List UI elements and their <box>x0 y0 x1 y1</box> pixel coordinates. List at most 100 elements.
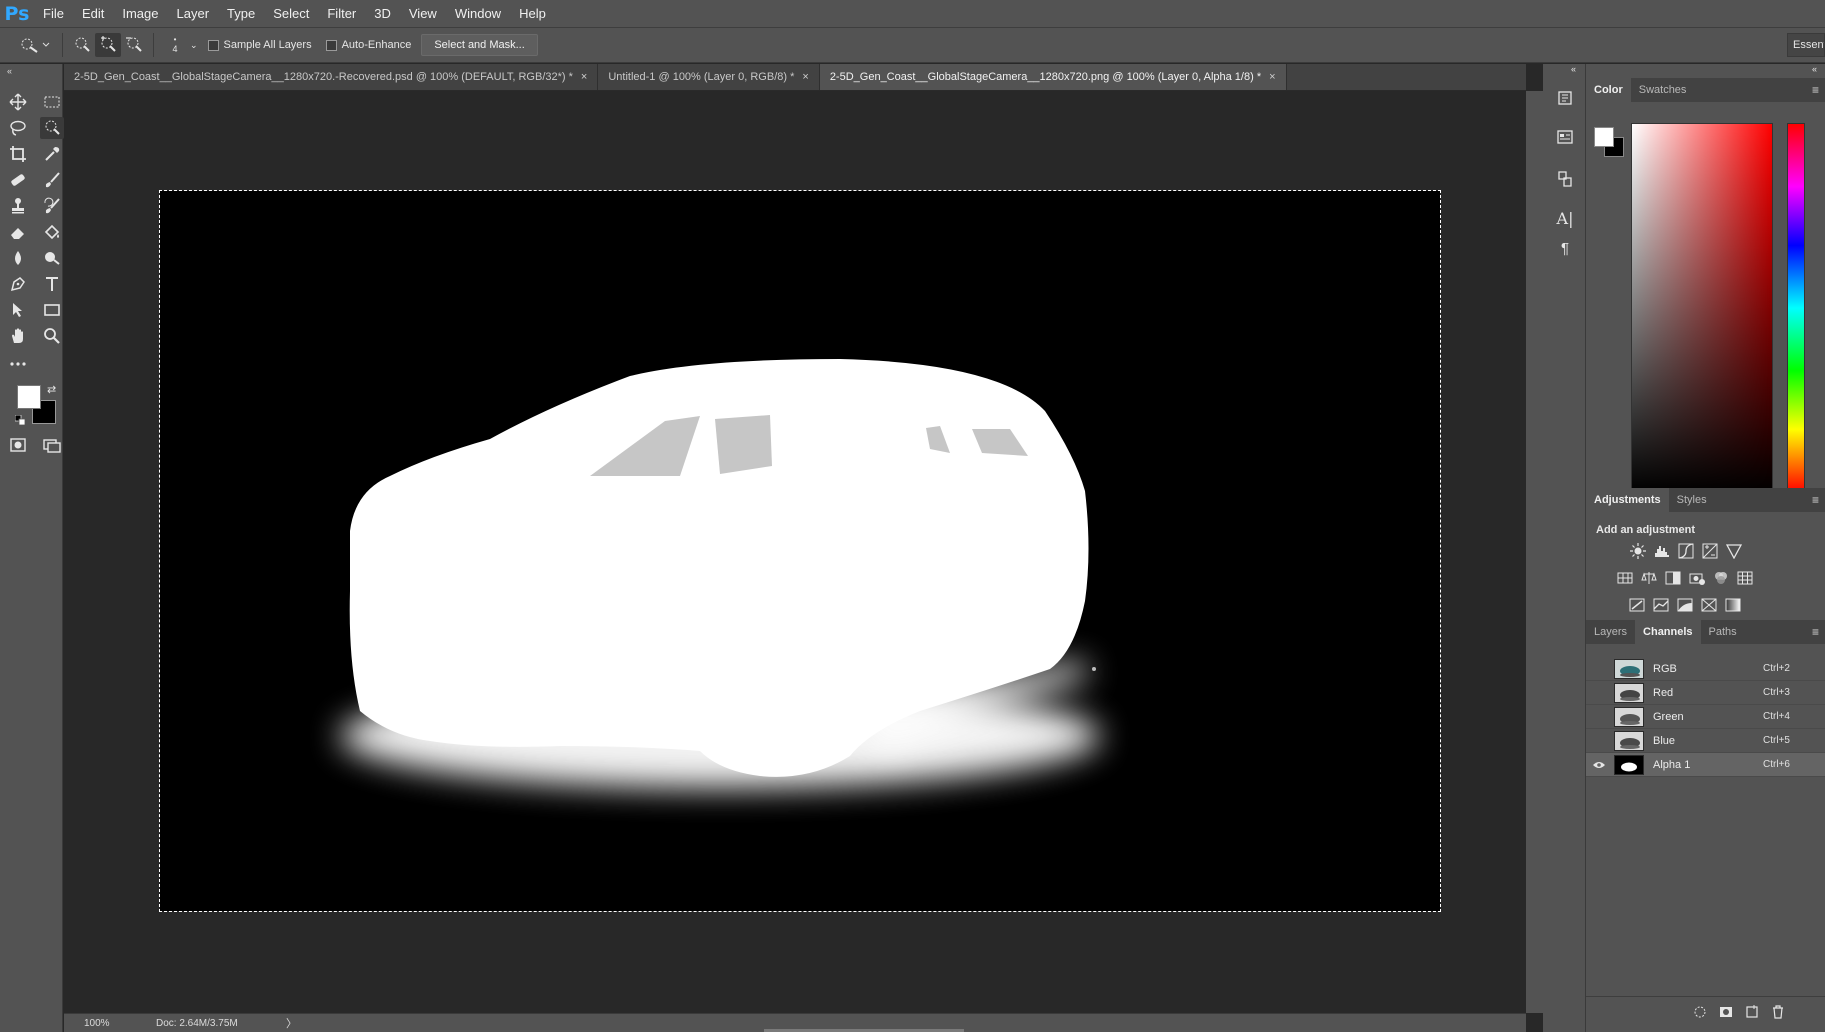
menu-3d[interactable]: 3D <box>365 0 400 28</box>
save-selection-as-channel-icon[interactable] <box>1719 1005 1733 1019</box>
visibility-toggle[interactable] <box>1592 662 1606 676</box>
tab-layers[interactable]: Layers <box>1586 620 1635 644</box>
brush-size-picker[interactable]: • 4 <box>160 33 190 57</box>
hue-slider[interactable] <box>1787 123 1805 493</box>
visibility-toggle[interactable] <box>1592 686 1606 700</box>
type-tool[interactable] <box>40 273 64 295</box>
zoom-level-field[interactable]: 100% <box>64 1018 114 1029</box>
path-selection-tool[interactable] <box>6 299 30 321</box>
vibrance-icon[interactable] <box>1725 542 1743 560</box>
menu-layer[interactable]: Layer <box>168 0 219 28</box>
close-icon[interactable]: × <box>581 64 587 90</box>
workspace-switcher[interactable]: Essentials <box>1787 33 1825 57</box>
document-canvas[interactable] <box>159 190 1441 912</box>
visibility-toggle[interactable] <box>1592 734 1606 748</box>
tab-color[interactable]: Color <box>1586 78 1631 102</box>
channel-row-rgb[interactable]: RGB Ctrl+2 <box>1586 657 1825 681</box>
healing-brush-tool[interactable] <box>6 169 30 191</box>
clone-stamp-tool[interactable] <box>6 195 30 217</box>
menu-filter[interactable]: Filter <box>318 0 365 28</box>
add-to-selection-mode-button[interactable] <box>95 33 121 57</box>
channel-mixer-icon[interactable] <box>1712 569 1730 587</box>
foreground-color-chip[interactable] <box>1594 127 1614 147</box>
brush-tool[interactable] <box>40 169 64 191</box>
foreground-color-swatch[interactable] <box>17 385 41 409</box>
move-tool[interactable] <box>6 91 30 113</box>
load-channel-as-selection-icon[interactable] <box>1693 1005 1707 1019</box>
history-brush-tool[interactable] <box>40 195 64 217</box>
new-selection-mode-button[interactable] <box>69 33 95 57</box>
new-channel-icon[interactable] <box>1745 1005 1759 1019</box>
threshold-icon[interactable] <box>1676 596 1694 614</box>
menu-type[interactable]: Type <box>218 0 264 28</box>
levels-icon[interactable] <box>1653 542 1671 560</box>
menu-edit[interactable]: Edit <box>73 0 113 28</box>
channel-row-blue[interactable]: Blue Ctrl+5 <box>1586 729 1825 753</box>
visibility-toggle[interactable] <box>1592 710 1606 724</box>
invert-icon[interactable] <box>1628 596 1646 614</box>
zoom-tool[interactable] <box>40 325 64 347</box>
panel-menu-icon[interactable]: ≡ <box>1812 83 1819 97</box>
dodge-tool[interactable] <box>40 247 64 269</box>
character-panel-icon[interactable]: A| <box>1554 207 1576 229</box>
history-panel-icon[interactable] <box>1554 87 1576 109</box>
pen-tool[interactable] <box>6 273 30 295</box>
collapse-arrows-icon[interactable]: « <box>7 66 12 76</box>
properties-panel-icon[interactable] <box>1554 126 1576 148</box>
curves-icon[interactable] <box>1677 542 1695 560</box>
swap-colors-icon[interactable]: ⇄ <box>47 383 56 396</box>
quick-selection-tool[interactable] <box>40 117 64 139</box>
menu-help[interactable]: Help <box>510 0 555 28</box>
paragraph-panel-icon[interactable]: ¶ <box>1554 237 1576 259</box>
black-white-icon[interactable] <box>1664 569 1682 587</box>
selective-color-icon[interactable] <box>1700 596 1718 614</box>
select-and-mask-button[interactable]: Select and Mask... <box>421 34 538 56</box>
channel-row-red[interactable]: Red Ctrl+3 <box>1586 681 1825 705</box>
menu-window[interactable]: Window <box>446 0 510 28</box>
tab-adjustments[interactable]: Adjustments <box>1586 488 1669 512</box>
menu-file[interactable]: File <box>34 0 73 28</box>
canvas-area[interactable] <box>64 91 1526 1013</box>
document-tab-recovered-psd[interactable]: 2-5D_Gen_Coast__GlobalStageCamera__1280x… <box>64 64 599 90</box>
edit-toolbar-button[interactable] <box>6 353 30 375</box>
gradient-map-icon[interactable] <box>1724 596 1742 614</box>
document-tab-png-active[interactable]: 2-5D_Gen_Coast__GlobalStageCamera__1280x… <box>819 64 1287 90</box>
sample-all-layers-checkbox[interactable] <box>207 39 219 51</box>
tab-styles[interactable]: Styles <box>1669 488 1715 512</box>
document-tab-untitled-1[interactable]: Untitled-1 @ 100% (Layer 0, RGB/8) * × <box>598 64 820 90</box>
visibility-toggle[interactable] <box>1592 758 1606 772</box>
tab-paths[interactable]: Paths <box>1701 620 1745 644</box>
marquee-tool[interactable] <box>40 91 64 113</box>
close-icon[interactable]: × <box>1269 64 1275 90</box>
trash-icon[interactable] <box>1771 1005 1785 1019</box>
saturation-brightness-field[interactable] <box>1631 123 1773 493</box>
lasso-tool[interactable] <box>6 117 30 139</box>
vertical-scrollbar[interactable] <box>1526 91 1543 1013</box>
brightness-contrast-icon[interactable] <box>1629 542 1647 560</box>
rectangle-tool[interactable] <box>40 299 64 321</box>
subtract-from-selection-mode-button[interactable] <box>121 33 147 57</box>
collapse-arrows-icon[interactable]: « <box>1812 64 1817 74</box>
channel-row-green[interactable]: Green Ctrl+4 <box>1586 705 1825 729</box>
menu-view[interactable]: View <box>400 0 446 28</box>
crop-tool[interactable] <box>6 143 30 165</box>
glyphs-panel-icon[interactable] <box>1554 168 1576 190</box>
collapse-arrows-icon[interactable]: « <box>1571 64 1576 74</box>
channel-row-alpha-1[interactable]: Alpha 1 Ctrl+6 <box>1586 753 1825 777</box>
color-lookup-icon[interactable] <box>1736 569 1754 587</box>
panel-menu-icon[interactable]: ≡ <box>1812 625 1819 639</box>
panel-menu-icon[interactable]: ≡ <box>1812 493 1819 507</box>
hue-saturation-icon[interactable] <box>1616 569 1634 587</box>
exposure-icon[interactable] <box>1701 542 1719 560</box>
alpha-channel-image[interactable] <box>160 191 1440 911</box>
photo-filter-icon[interactable] <box>1688 569 1706 587</box>
color-balance-icon[interactable] <box>1640 569 1658 587</box>
quick-mask-button[interactable] <box>6 434 30 456</box>
paint-bucket-tool[interactable] <box>40 221 64 243</box>
menu-select[interactable]: Select <box>264 0 318 28</box>
tab-swatches[interactable]: Swatches <box>1631 78 1695 102</box>
chevron-down-icon[interactable]: ⌄ <box>190 40 198 51</box>
blur-tool[interactable] <box>6 247 30 269</box>
hand-tool[interactable] <box>6 325 30 347</box>
eyedropper-tool[interactable] <box>40 143 64 165</box>
